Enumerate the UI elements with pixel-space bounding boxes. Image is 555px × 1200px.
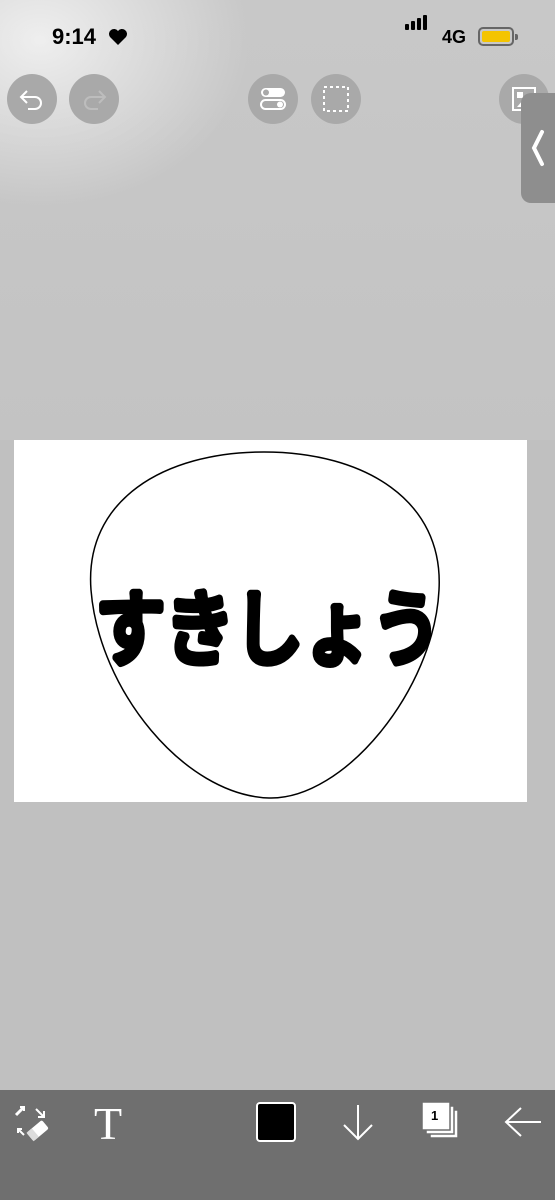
network-type: 4G: [442, 27, 467, 47]
canvas-text: すきしょう: [96, 583, 441, 678]
undo-button[interactable]: [7, 74, 57, 124]
canvas-artwork: すきしょう: [89, 451, 444, 799]
color-picker-button[interactable]: [256, 1102, 296, 1142]
redo-icon: [84, 90, 107, 110]
undo-icon: [19, 90, 42, 110]
transform-eraser-icon: [14, 1105, 49, 1142]
layers-button[interactable]: 1: [420, 1100, 462, 1142]
selection-button[interactable]: [311, 74, 361, 124]
arrow-left-icon: [504, 1107, 541, 1137]
redo-button[interactable]: [69, 74, 119, 124]
layers-icon: [421, 1101, 459, 1139]
layer-count: 1: [431, 1108, 439, 1123]
chevron-left-icon: [531, 130, 544, 166]
heart-icon: [109, 29, 127, 45]
text-tool-button[interactable]: T: [94, 1097, 122, 1150]
arrow-down-icon: [343, 1105, 373, 1141]
transform-erase-button[interactable]: [10, 1102, 54, 1144]
battery-icon: [478, 27, 518, 46]
dashed-selection-icon: [323, 86, 349, 112]
toggle-settings-button[interactable]: [248, 74, 298, 124]
back-button[interactable]: [500, 1102, 546, 1142]
side-panel-toggle[interactable]: [521, 93, 555, 203]
download-button[interactable]: [337, 1100, 379, 1146]
status-time: 9:14: [52, 24, 97, 49]
drawing-canvas[interactable]: すきしょう: [14, 440, 527, 802]
status-bar: 9:14 4G: [0, 0, 555, 72]
toggle-switches-icon: [260, 88, 286, 110]
